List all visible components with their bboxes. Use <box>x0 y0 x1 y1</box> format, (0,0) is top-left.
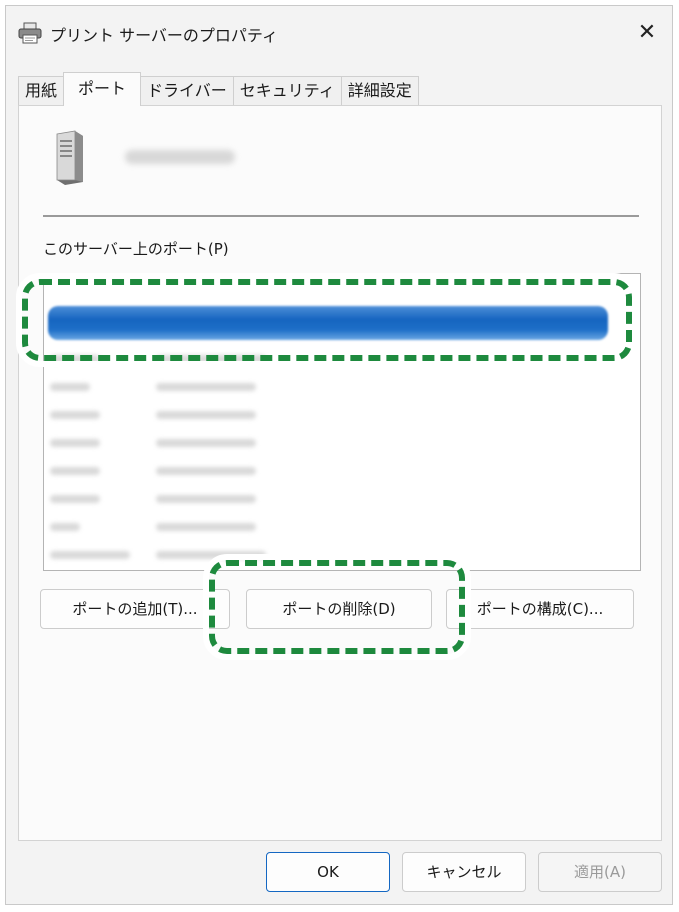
list-cell-port <box>50 430 150 456</box>
list-cell-port <box>50 458 150 484</box>
redacted-port-name <box>50 355 100 363</box>
list-item[interactable] <box>48 514 608 540</box>
list-cell-port <box>50 374 150 400</box>
redacted-port-description <box>156 467 256 475</box>
tab-ports[interactable]: ポート <box>63 72 142 106</box>
ports-list[interactable] <box>43 273 641 571</box>
delete-port-button[interactable]: ポートの削除(D) <box>246 589 432 629</box>
list-cell-port <box>50 402 150 428</box>
list-item[interactable] <box>48 486 608 512</box>
configure-port-button[interactable]: ポートの構成(C)... <box>446 589 634 629</box>
tab-advanced[interactable]: 詳細設定 <box>340 76 419 106</box>
printer-icon <box>18 22 42 44</box>
redacted-port-description <box>156 411 256 419</box>
close-icon: ✕ <box>637 20 657 45</box>
window-title: プリント サーバーのプロパティ <box>50 26 278 45</box>
redacted-port-description <box>156 383 256 391</box>
list-item-selected[interactable] <box>48 306 608 340</box>
redacted-port-description <box>156 355 266 363</box>
title-bar[interactable]: プリント サーバーのプロパティ ✕ <box>6 6 672 58</box>
redacted-port-name <box>50 383 90 391</box>
server-name-redacted <box>125 150 235 164</box>
add-port-button[interactable]: ポートの追加(T)... <box>40 589 230 629</box>
redacted-port-name <box>50 467 100 475</box>
list-item[interactable] <box>48 430 608 456</box>
separator <box>43 215 639 217</box>
list-item[interactable] <box>48 374 608 400</box>
apply-button[interactable]: 適用(A) <box>538 852 662 892</box>
list-cell-description <box>156 430 316 456</box>
redacted-port-name <box>50 439 100 447</box>
list-item[interactable] <box>48 346 608 372</box>
ports-list-label: このサーバー上のポート(P) <box>43 240 229 258</box>
tab-drivers[interactable]: ドライバー <box>140 76 234 106</box>
redacted-port-description <box>156 523 256 531</box>
list-cell-description <box>156 374 316 400</box>
list-cell-description <box>156 514 316 540</box>
redacted-port-description <box>156 551 266 559</box>
list-item[interactable] <box>48 402 608 428</box>
list-cell-port <box>50 514 150 540</box>
redacted-port-name <box>50 411 100 419</box>
tab-security[interactable]: セキュリティ <box>232 76 342 106</box>
ok-button[interactable]: OK <box>266 852 390 892</box>
cancel-button[interactable]: キャンセル <box>402 852 526 892</box>
list-item[interactable] <box>48 542 608 568</box>
redacted-port-description <box>156 439 256 447</box>
ports-tab-panel: このサーバー上のポート(P) <box>18 105 662 841</box>
tab-paper[interactable]: 用紙 <box>18 76 65 106</box>
server-tower-icon <box>56 130 83 185</box>
list-cell-description <box>156 486 316 512</box>
tab-strip: 用紙 ポート ドライバー セキュリティ 詳細設定 <box>18 72 419 106</box>
redacted-port-description <box>156 495 256 503</box>
redacted-port-name <box>50 495 100 503</box>
list-cell-description <box>156 458 316 484</box>
redacted-port-name <box>50 551 130 559</box>
list-cell-description <box>156 542 316 568</box>
list-cell-port <box>50 486 150 512</box>
close-button[interactable]: ✕ <box>632 18 662 48</box>
redacted-port-name <box>50 523 80 531</box>
list-item[interactable] <box>48 458 608 484</box>
list-cell-port <box>50 346 150 372</box>
list-cell-port <box>50 542 150 568</box>
list-cell-description <box>156 346 316 372</box>
list-cell-description <box>156 402 316 428</box>
print-server-properties-window: プリント サーバーのプロパティ ✕ 用紙 ポート ドライバー セキュリティ 詳細… <box>5 5 673 905</box>
